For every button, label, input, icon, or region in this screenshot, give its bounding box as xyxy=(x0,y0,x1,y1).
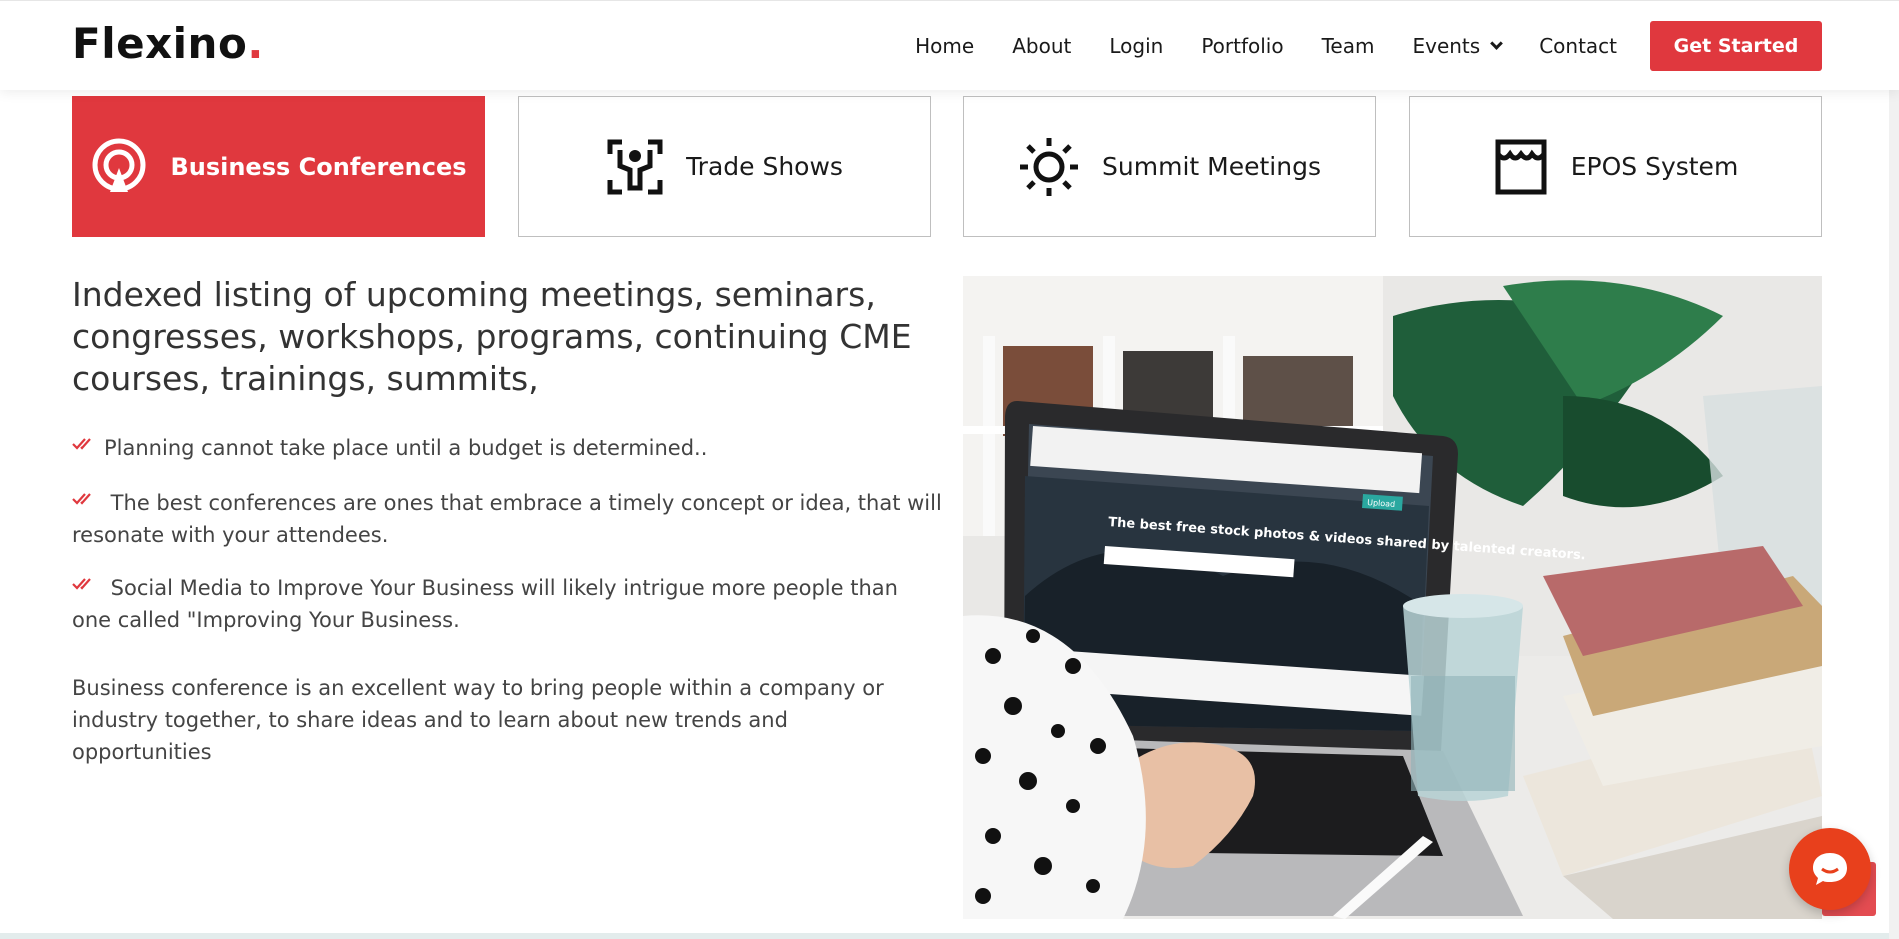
chat-bubble-icon xyxy=(1813,853,1847,885)
tab-label: Trade Shows xyxy=(686,152,843,181)
list-item-text: The best conferences are ones that embra… xyxy=(72,491,942,547)
sun-icon xyxy=(1020,137,1079,196)
logo[interactable]: Flexino. xyxy=(72,19,264,68)
section-heading: Indexed listing of upcoming meetings, se… xyxy=(72,275,912,398)
list-item-text: Planning cannot take place until a budge… xyxy=(104,436,708,460)
list-item: Social Media to Improve Your Business wi… xyxy=(72,572,942,636)
nav-login[interactable]: Login xyxy=(1109,34,1163,58)
nav-portfolio[interactable]: Portfolio xyxy=(1201,34,1283,58)
list-item: The best conferences are ones that embra… xyxy=(72,487,942,551)
nav-about[interactable]: About xyxy=(1012,34,1071,58)
nav-events[interactable]: Events xyxy=(1412,34,1504,58)
intro-paragraph: Business conference is an excellent way … xyxy=(72,676,884,764)
page-scrollbar[interactable] xyxy=(1889,0,1899,939)
double-check-icon xyxy=(72,493,91,505)
get-started-button[interactable]: Get Started xyxy=(1650,21,1822,71)
workspace-photo: The best free stock photos & videos shar… xyxy=(963,276,1822,919)
site-header: Flexino. Home About Login Portfolio Team… xyxy=(0,0,1899,90)
tab-label: Summit Meetings xyxy=(1102,152,1321,181)
broadcast-icon xyxy=(92,138,146,192)
double-check-icon xyxy=(72,438,91,450)
main-nav: Home About Login Portfolio Team Events C… xyxy=(915,1,1617,91)
chevron-down-icon xyxy=(1490,36,1504,50)
exhibitor-icon xyxy=(607,139,663,194)
nav-home[interactable]: Home xyxy=(915,34,974,58)
tab-label: EPOS System xyxy=(1570,152,1739,181)
bottom-divider xyxy=(0,933,1889,939)
nav-events-label: Events xyxy=(1412,34,1481,58)
store-icon xyxy=(1495,139,1547,194)
tab-epos-system[interactable]: EPOS System xyxy=(1409,96,1822,237)
tab-label: Business Conferences xyxy=(170,152,467,181)
list-item: Planning cannot take place until a budge… xyxy=(72,432,942,464)
list-item-text: Social Media to Improve Your Business wi… xyxy=(72,576,898,632)
nav-team[interactable]: Team xyxy=(1322,34,1375,58)
tab-business-conferences[interactable]: Business Conferences xyxy=(72,96,485,237)
nav-contact[interactable]: Contact xyxy=(1539,34,1617,58)
laptop-desk-image: The best free stock photos & videos shar… xyxy=(963,276,1822,919)
double-check-icon xyxy=(72,578,91,590)
tab-trade-shows[interactable]: Trade Shows xyxy=(518,96,931,237)
chat-button[interactable] xyxy=(1789,828,1871,910)
tab-summit-meetings[interactable]: Summit Meetings xyxy=(963,96,1376,237)
